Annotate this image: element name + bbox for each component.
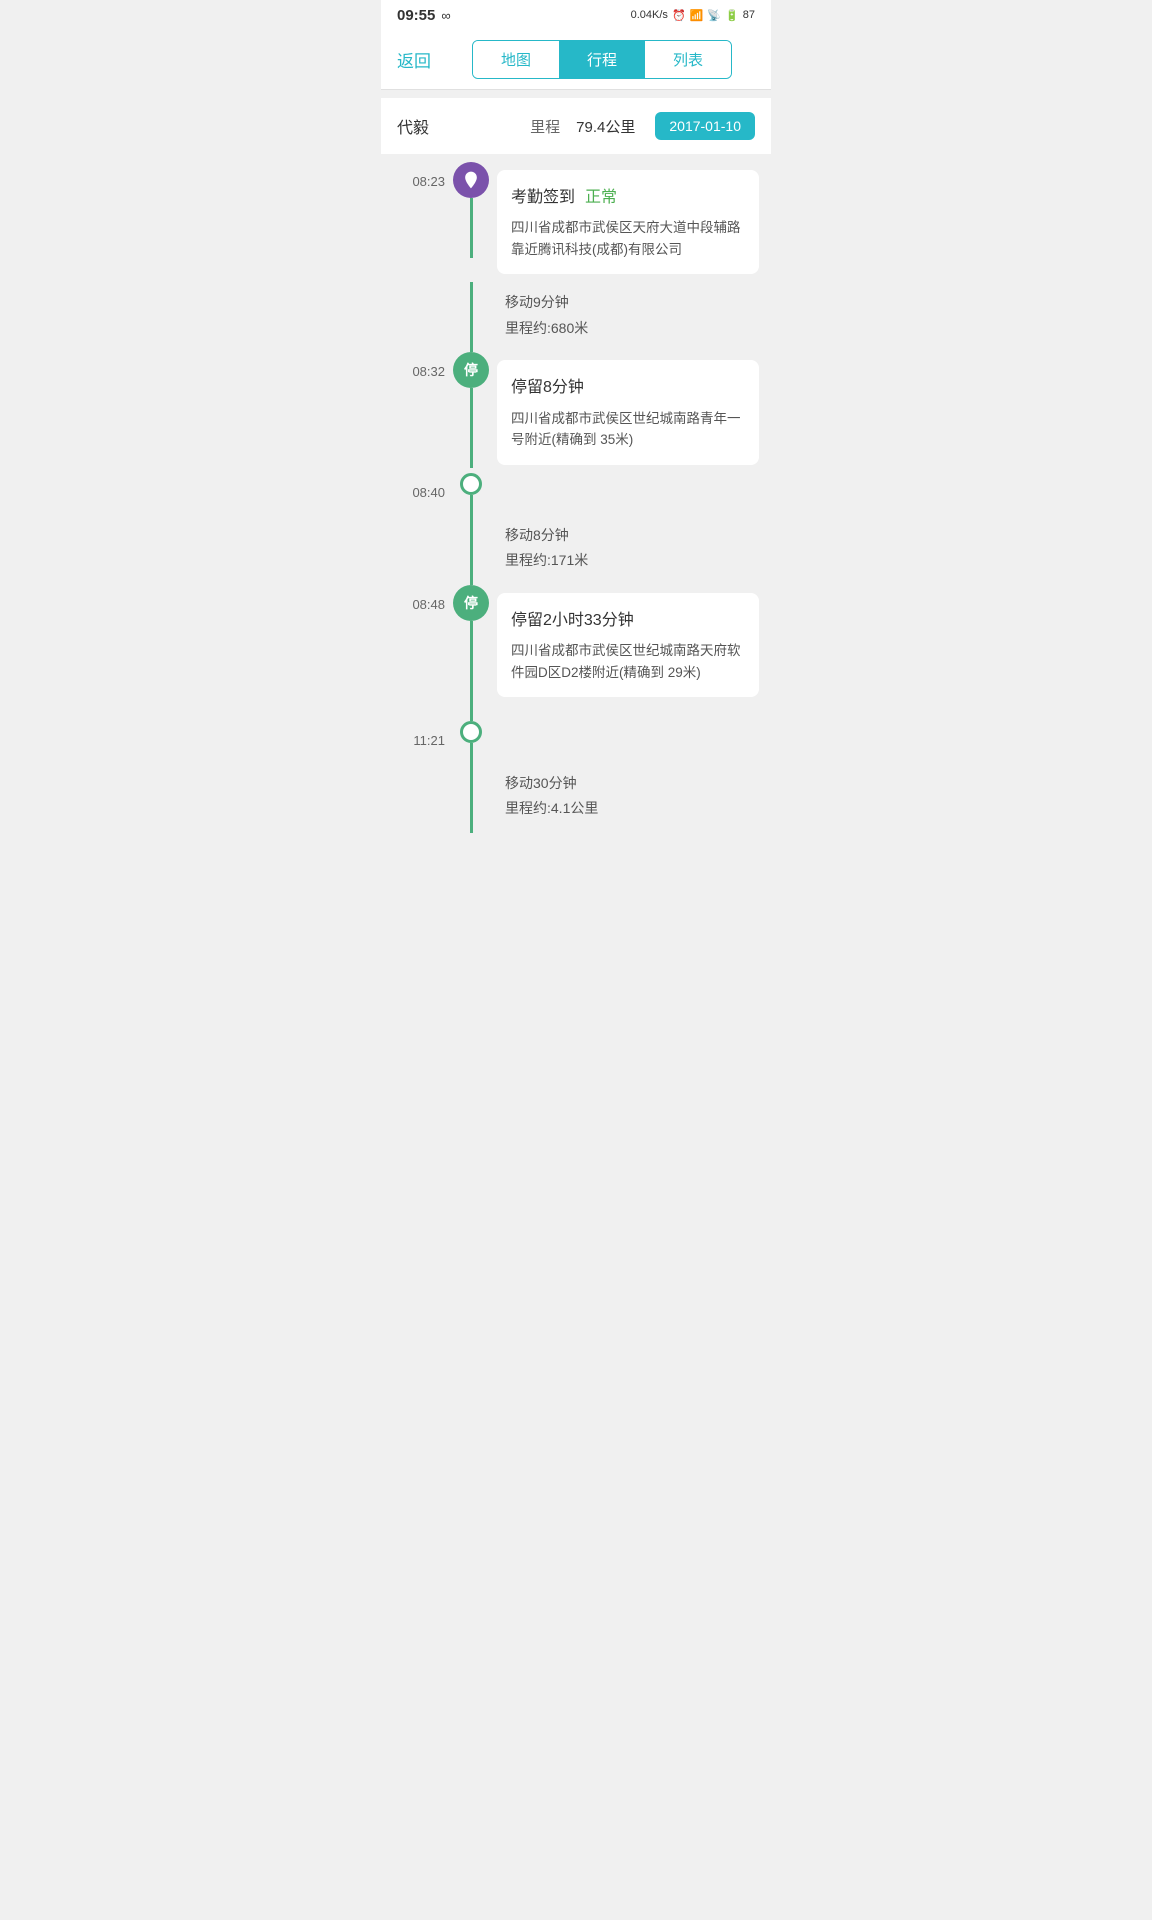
- event-address-2: 四川省成都市武侯区世纪城南路青年一号附近(精确到 35米): [511, 408, 745, 451]
- move-duration-1: 移动9分钟: [505, 290, 771, 315]
- infinite-icon: ∞: [441, 8, 450, 23]
- time-0823: 08:23: [381, 162, 453, 189]
- stop-dot-1: 停: [453, 352, 489, 388]
- line-after-3: [470, 621, 473, 721]
- event-status-1: 正常: [585, 184, 617, 211]
- dot-col-3b: [453, 721, 489, 763]
- seg-time-1: [381, 282, 453, 352]
- tab-trip[interactable]: 行程: [559, 41, 645, 78]
- tab-list[interactable]: 列表: [645, 41, 731, 78]
- seg-line-col-3: [453, 763, 489, 833]
- seg-line-col-1: [453, 282, 489, 352]
- event-title-2: 停留8分钟: [511, 374, 745, 401]
- event-card-2: 停留8分钟 四川省成都市武侯区世纪城南路青年一号附近(精确到 35米): [497, 360, 759, 464]
- timeline-end-2: 08:40: [381, 473, 771, 515]
- mileage-value: 79.4公里: [576, 116, 635, 137]
- network-speed: 0.04K/s: [631, 9, 668, 21]
- battery-icon: 🔋: [725, 9, 739, 22]
- move-segment-1: 移动9分钟 里程约:680米: [381, 282, 771, 352]
- move-distance-1: 里程约:680米: [505, 316, 771, 341]
- seg-time-2: [381, 515, 453, 585]
- timeline-end-3: 11:21: [381, 721, 771, 763]
- end-dot-2: [460, 473, 482, 495]
- wifi-icon: 📶: [690, 9, 704, 22]
- time-1121: 11:21: [381, 721, 453, 748]
- end-dot-3: [460, 721, 482, 743]
- event-card-3: 停留2小时33分钟 四川省成都市武侯区世纪城南路天府软件园D区D2楼附近(精确到…: [497, 593, 759, 697]
- move-segment-3: 移动30分钟 里程约:4.1公里: [381, 763, 771, 833]
- move-segment-2: 移动8分钟 里程约:171米: [381, 515, 771, 585]
- line-after-1: [470, 198, 473, 258]
- back-button[interactable]: 返回: [397, 47, 437, 72]
- driver-name: 代毅: [397, 114, 457, 138]
- event-address-3: 四川省成都市武侯区世纪城南路天府软件园D区D2楼附近(精确到 29米): [511, 640, 745, 683]
- move-content-2: 移动8分钟 里程约:171米: [489, 515, 771, 585]
- move-content-3: 移动30分钟 里程约:4.1公里: [489, 763, 771, 833]
- event-address-1: 四川省成都市武侯区天府大道中段辅路靠近腾讯科技(成都)有限公司: [511, 217, 745, 260]
- timeline-container: 08:23 考勤签到 正常 四川省成都市武侯区天府大道中段辅路靠近腾讯科技(成都…: [381, 154, 771, 853]
- move-distance-3: 里程约:4.1公里: [505, 796, 771, 821]
- move-content-1: 移动9分钟 里程约:680米: [489, 282, 771, 352]
- seg-line-3: [470, 763, 473, 833]
- status-left: 09:55 ∞: [397, 7, 451, 24]
- seg-line-col-2: [453, 515, 489, 585]
- move-distance-2: 里程约:171米: [505, 548, 771, 573]
- tab-group: 地图 行程 列表: [472, 40, 732, 79]
- timeline-event-1: 08:23 考勤签到 正常 四川省成都市武侯区天府大道中段辅路靠近腾讯科技(成都…: [381, 162, 771, 282]
- battery-level: 87: [743, 9, 755, 21]
- checkin-dot: [453, 162, 489, 198]
- dot-col-2: 停: [453, 352, 489, 468]
- line-after-2: [470, 388, 473, 468]
- status-right: 0.04K/s ⏰ 📶 📡 🔋 87: [631, 9, 755, 22]
- timeline-event-3: 08:48 停 停留2小时33分钟 四川省成都市武侯区世纪城南路天府软件园D区D…: [381, 585, 771, 721]
- seg-time-3: [381, 763, 453, 833]
- mileage-label: 里程: [530, 116, 560, 137]
- event-card-1: 考勤签到 正常 四川省成都市武侯区天府大道中段辅路靠近腾讯科技(成都)有限公司: [497, 170, 759, 274]
- dot-col-1: [453, 162, 489, 258]
- line-after-2b: [470, 495, 473, 515]
- seg-line-1: [470, 282, 473, 352]
- line-after-3b: [470, 743, 473, 763]
- date-badge: 2017-01-10: [655, 112, 755, 140]
- dot-col-2b: [453, 473, 489, 515]
- clock-icon: ⏰: [672, 9, 686, 22]
- event-title-1: 考勤签到 正常: [511, 184, 745, 211]
- signal-icon: 📡: [707, 9, 721, 22]
- event-title-3: 停留2小时33分钟: [511, 607, 745, 634]
- seg-line-2: [470, 515, 473, 585]
- info-row: 代毅 里程 79.4公里 2017-01-10: [381, 98, 771, 154]
- top-nav: 返回 地图 行程 列表: [381, 30, 771, 90]
- time-0832: 08:32: [381, 352, 453, 379]
- timeline-event-2: 08:32 停 停留8分钟 四川省成都市武侯区世纪城南路青年一号附近(精确到 3…: [381, 352, 771, 472]
- move-duration-3: 移动30分钟: [505, 771, 771, 796]
- dot-col-3: 停: [453, 585, 489, 721]
- status-time: 09:55: [397, 7, 435, 24]
- status-bar: 09:55 ∞ 0.04K/s ⏰ 📶 📡 🔋 87: [381, 0, 771, 30]
- time-0840: 08:40: [381, 473, 453, 500]
- move-duration-2: 移动8分钟: [505, 523, 771, 548]
- time-0848: 08:48: [381, 585, 453, 612]
- stop-dot-2: 停: [453, 585, 489, 621]
- tab-map[interactable]: 地图: [473, 41, 559, 78]
